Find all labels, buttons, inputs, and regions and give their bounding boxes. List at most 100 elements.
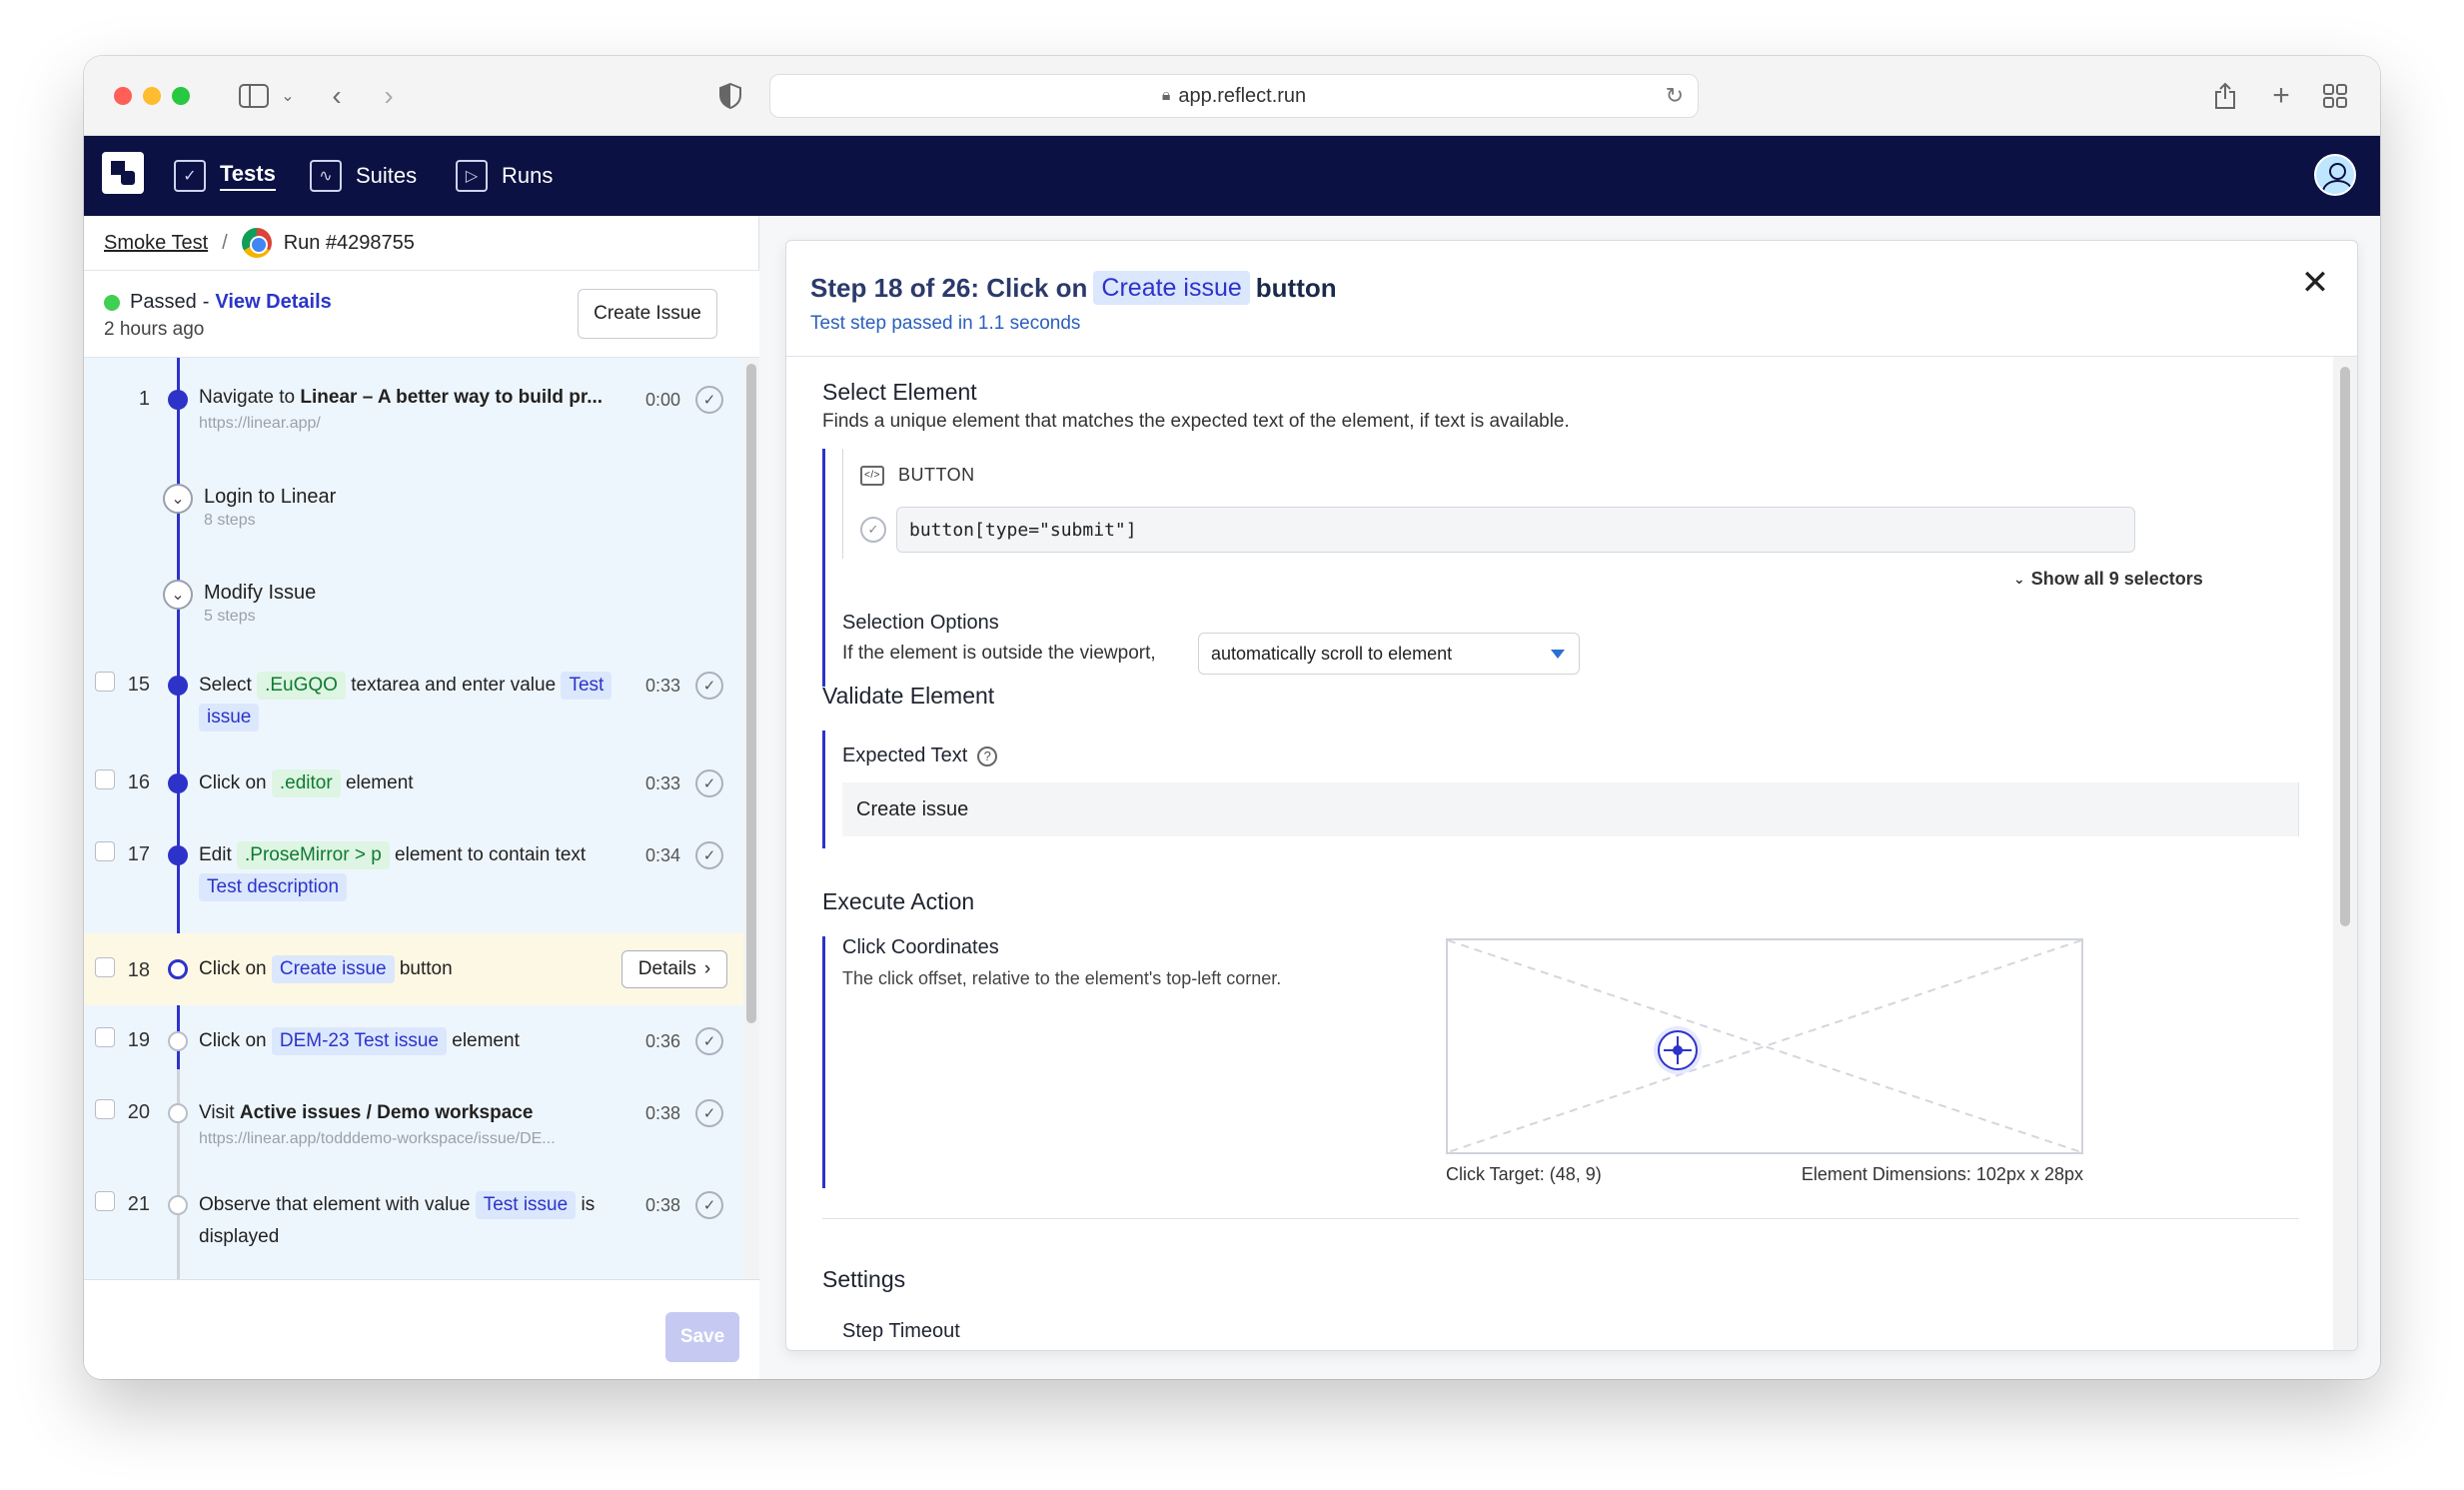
share-icon[interactable] xyxy=(2210,78,2240,114)
step-number: 1 xyxy=(138,388,150,410)
back-icon[interactable]: ‹ xyxy=(322,78,352,114)
element-placeholder-cross xyxy=(1448,940,2081,1152)
maximize-window-button[interactable] xyxy=(172,87,190,105)
check-circle-icon: ✓ xyxy=(860,517,886,543)
nav-tests[interactable]: ✓ Tests xyxy=(174,156,276,196)
step-row-17[interactable]: 17 Edit .ProseMirror > p element to cont… xyxy=(84,819,743,933)
step-row-19[interactable]: 19 Click on DEM-23 Test issue element 0:… xyxy=(84,1005,743,1077)
status-dash: - xyxy=(202,291,210,313)
status-text: Passed xyxy=(130,291,197,313)
element-chip: DEM-23 Test issue xyxy=(271,1027,447,1055)
crosshair-icon[interactable] xyxy=(1658,1030,1698,1070)
step-row-16[interactable]: 16 Click on .editor element 0:33 ✓ xyxy=(84,747,743,819)
scrollbar-thumb[interactable] xyxy=(2340,367,2350,926)
run-steps-panel: Smoke Test / Run #4298755 Passed - View … xyxy=(84,216,759,1379)
code-icon: </> xyxy=(860,465,884,486)
breadcrumb-test-link[interactable]: Smoke Test xyxy=(104,232,208,255)
tab-overview-icon[interactable] xyxy=(2320,78,2350,114)
modal-title-prefix: Step 18 of 26: Click on xyxy=(810,272,1088,303)
create-issue-button[interactable]: Create Issue xyxy=(578,289,717,339)
step-row-15[interactable]: 15 Select .EuGQO textarea and enter valu… xyxy=(84,642,743,747)
privacy-shield-icon[interactable] xyxy=(715,78,745,114)
sidebar-toggle-icon[interactable] xyxy=(234,78,274,114)
element-dimensions-readout: Element Dimensions: 102px x 28px xyxy=(1801,1164,2083,1184)
nav-tests-label: Tests xyxy=(220,161,276,191)
close-icon[interactable]: ✕ xyxy=(2297,264,2333,302)
suites-icon: ∿ xyxy=(310,160,342,192)
step-checkbox[interactable] xyxy=(95,1027,115,1047)
step-checkbox[interactable] xyxy=(95,841,115,861)
step-number: 18 xyxy=(127,959,150,981)
step-checkbox[interactable] xyxy=(95,672,115,692)
step-checkbox[interactable] xyxy=(95,957,115,977)
user-avatar[interactable] xyxy=(2314,154,2356,196)
expected-text-field[interactable]: Create issue xyxy=(842,782,2299,836)
step-row-20[interactable]: 20 Visit Active issues / Demo workspace … xyxy=(84,1077,743,1169)
step-description: Navigate to Linear – A better way to bui… xyxy=(199,382,628,434)
step-row-21[interactable]: 21 Observe that element with value Test … xyxy=(84,1169,743,1279)
step-time: 0:38 xyxy=(645,1195,681,1215)
step-url: https://linear.app/ xyxy=(199,415,321,432)
modal-title-element-chip: Create issue xyxy=(1093,271,1250,305)
step-checkbox[interactable] xyxy=(95,769,115,789)
step-row-18-selected[interactable]: 18 Click on Create issue button Details … xyxy=(84,933,743,1005)
click-coordinates-label: Click Coordinates xyxy=(842,936,999,958)
nav-runs-label: Runs xyxy=(502,163,554,188)
step-action-rest: button xyxy=(399,958,453,979)
step-time: 0:38 xyxy=(645,1103,681,1123)
nav-runs[interactable]: ▷ Runs xyxy=(456,156,553,196)
step-time: 0:33 xyxy=(645,676,681,696)
minimize-window-button[interactable] xyxy=(143,87,161,105)
step-description: Visit Active issues / Demo workspace htt… xyxy=(199,1097,628,1149)
step-checkbox[interactable] xyxy=(95,1099,115,1119)
selector-chip: .ProseMirror > p xyxy=(237,841,390,869)
caret-down-icon xyxy=(1551,650,1565,659)
step-list-scrollbar[interactable] xyxy=(743,358,759,1279)
show-all-selectors-toggle[interactable]: ⌄ Show all 9 selectors xyxy=(2013,569,2203,590)
step-number: 16 xyxy=(127,771,150,793)
browser-toolbar: ⌄ ‹ › 🔒︎ app.reflect.run ↻ + xyxy=(84,56,2380,136)
step-action-rest: element xyxy=(452,1030,520,1051)
run-status-bar: Passed - View Details 2 hours ago Create… xyxy=(84,270,759,358)
step-group-login[interactable]: ⌄ Login to Linear 8 steps xyxy=(84,454,743,548)
address-bar[interactable]: 🔒︎ app.reflect.run ↻ xyxy=(769,74,1699,118)
value-chip: Test issue xyxy=(475,1191,577,1219)
view-details-link[interactable]: View Details xyxy=(215,291,331,314)
modal-scrollbar[interactable] xyxy=(2333,357,2357,1350)
reload-icon[interactable]: ↻ xyxy=(1666,83,1684,109)
validate-element-heading: Validate Element xyxy=(822,683,995,709)
modal-title-suffix: button xyxy=(1255,272,1337,303)
step-details-button[interactable]: Details › xyxy=(621,950,727,988)
tests-icon: ✓ xyxy=(174,160,206,192)
close-window-button[interactable] xyxy=(114,87,132,105)
step-row-1[interactable]: 1 Navigate to Linear – A better way to b… xyxy=(84,358,743,454)
settings-heading: Settings xyxy=(822,1266,906,1292)
step-checkbox[interactable] xyxy=(95,1191,115,1211)
chevron-down-icon[interactable]: ⌄ xyxy=(163,580,193,610)
selection-options-heading: Selection Options xyxy=(842,612,999,634)
step-detail-modal: Step 18 of 26: Click on Create issue but… xyxy=(785,240,2358,1351)
group-description: Modify Issue 5 steps xyxy=(204,580,633,628)
step-group-modify[interactable]: ⌄ Modify Issue 5 steps xyxy=(84,548,743,642)
address-url: app.reflect.run xyxy=(1178,84,1307,107)
reflect-logo[interactable] xyxy=(102,152,144,194)
step-status-dot xyxy=(168,845,188,865)
new-tab-icon[interactable]: + xyxy=(2266,78,2296,114)
save-button[interactable]: Save xyxy=(665,1312,739,1362)
show-all-label: Show all 9 selectors xyxy=(2030,569,2203,589)
scroll-behavior-select[interactable]: automatically scroll to element xyxy=(1198,633,1580,675)
step-description: Click on .editor element xyxy=(199,767,628,799)
scrollbar-thumb[interactable] xyxy=(746,364,756,1023)
help-icon[interactable]: ? xyxy=(977,745,998,766)
click-coordinates-canvas[interactable] xyxy=(1446,938,2083,1154)
passed-status-icon xyxy=(104,294,120,311)
crosshair-center xyxy=(1673,1045,1683,1055)
nav-suites[interactable]: ∿ Suites xyxy=(310,156,417,196)
forward-icon[interactable]: › xyxy=(374,78,404,114)
select-element-heading: Select Element xyxy=(822,379,977,405)
chevron-down-icon[interactable]: ⌄ xyxy=(276,78,300,114)
chevron-down-icon[interactable]: ⌄ xyxy=(163,484,193,514)
selector-chip: .EuGQO xyxy=(257,672,346,700)
selector-field[interactable]: button[type="submit"] xyxy=(896,507,2135,553)
select-element-description: Finds a unique element that matches the … xyxy=(822,411,1570,432)
